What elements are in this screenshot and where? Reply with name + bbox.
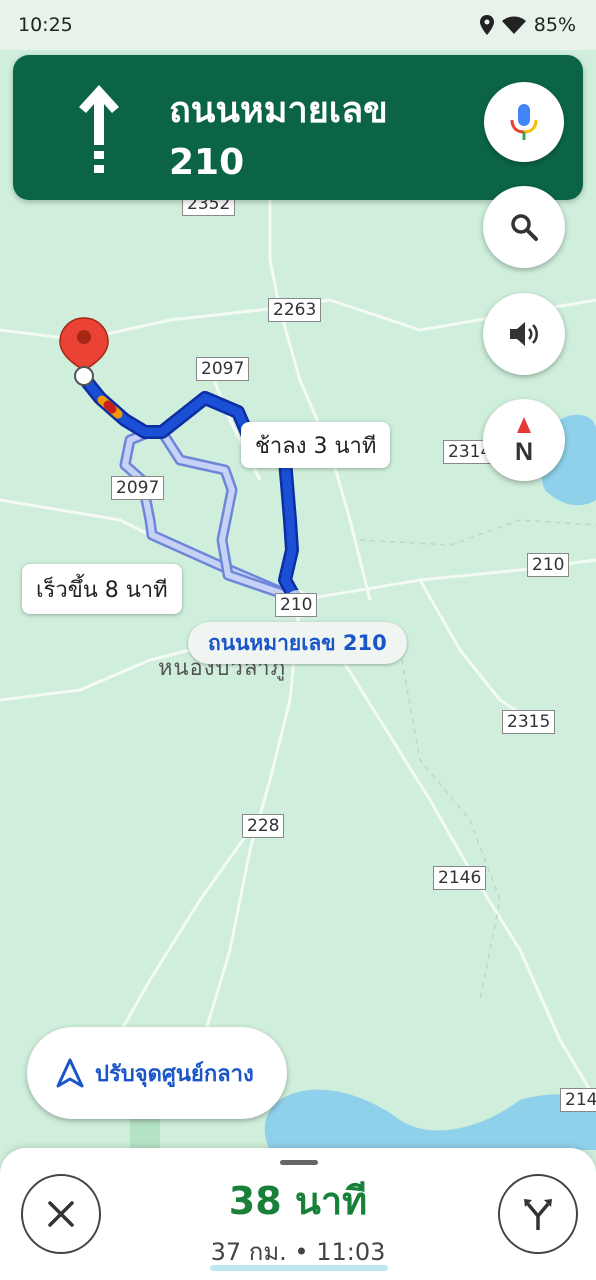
road-shield: 2263 — [268, 298, 322, 322]
alt-route-faster-label: เร็วขึ้น 8 นาที — [36, 577, 168, 603]
street-line-1: ถนนหมายเลข — [169, 90, 388, 131]
alt-route-faster-bubble[interactable]: เร็วขึ้น 8 นาที — [22, 564, 182, 614]
road-shield: 2097 — [111, 476, 165, 500]
road-shield: 210 — [527, 553, 570, 577]
battery-level: 85% — [533, 14, 576, 36]
alt-route-slower-label: ช้าลง 3 นาที — [255, 433, 377, 459]
road-shield: 228 — [242, 814, 285, 838]
search-icon — [511, 214, 538, 241]
trip-details-underline — [210, 1265, 388, 1271]
current-road-label: ถนนหมายเลข 210 — [188, 622, 407, 664]
road-shield: 2146 — [433, 866, 487, 890]
road-shield: 2097 — [196, 357, 250, 381]
speaker-icon — [510, 322, 538, 346]
svg-text:N: N — [515, 438, 533, 465]
search-button[interactable] — [483, 186, 565, 268]
road-shield: 2146 — [560, 1088, 596, 1112]
sheet-drag-handle[interactable] — [280, 1160, 318, 1165]
recenter-button[interactable]: ปรับจุดศูนย์กลาง — [27, 1027, 287, 1119]
compass-icon: N — [515, 417, 533, 465]
fork-route-icon — [524, 1199, 552, 1230]
status-bar: 10:25 85% — [0, 0, 596, 50]
microphone-icon — [510, 104, 538, 140]
wifi-icon — [501, 16, 526, 34]
navigation-arrow-icon — [56, 1058, 84, 1088]
location-icon — [479, 15, 494, 35]
sound-button[interactable] — [483, 293, 565, 375]
next-street-name: ถนนหมายเลข 210 — [169, 85, 388, 189]
recenter-label: ปรับจุดศูนย์กลาง — [95, 1061, 254, 1087]
alternate-routes-button[interactable] — [498, 1174, 578, 1254]
street-line-2: 210 — [169, 142, 245, 183]
road-shield: 210 — [275, 593, 318, 617]
alt-route-slower-bubble[interactable]: ช้าลง 3 นาที — [241, 422, 391, 468]
trip-summary-sheet[interactable]: 38 นาที 37 กม. • 11:03 — [0, 1148, 596, 1280]
voice-search-button[interactable] — [484, 82, 564, 162]
straight-arrow-icon — [79, 85, 119, 173]
status-time: 10:25 — [18, 14, 73, 36]
compass-button[interactable]: N — [483, 399, 565, 481]
status-icons: 85% — [479, 14, 576, 36]
road-shield: 2315 — [502, 710, 556, 734]
